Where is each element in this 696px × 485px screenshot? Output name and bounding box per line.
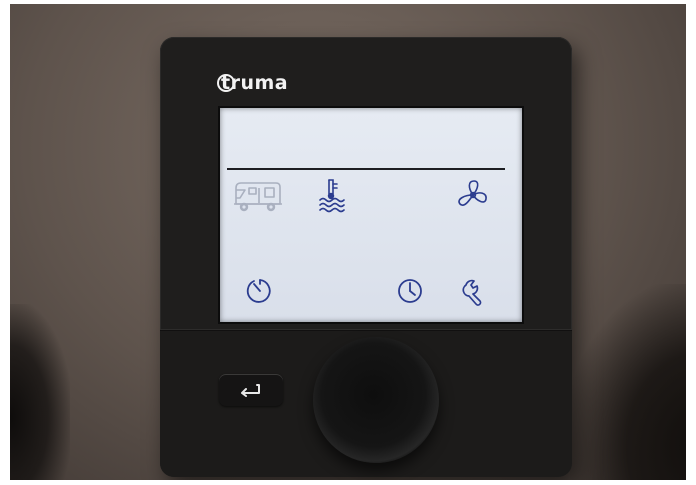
status-divider xyxy=(227,168,505,170)
rotary-knob[interactable] xyxy=(313,337,439,463)
wrench-icon[interactable] xyxy=(460,276,490,306)
fan-icon[interactable] xyxy=(456,178,490,212)
shadow-left xyxy=(10,304,70,480)
display-screen xyxy=(218,106,524,324)
control-panel-device: truma xyxy=(160,37,572,477)
clock-icon[interactable] xyxy=(395,276,425,306)
shadow-right xyxy=(570,284,686,480)
back-arrow-icon xyxy=(241,384,260,397)
back-button[interactable] xyxy=(219,374,283,406)
water-temperature-icon[interactable] xyxy=(316,177,346,213)
timer-icon[interactable] xyxy=(245,276,275,306)
wall-background: truma xyxy=(10,4,686,480)
logo-text: truma xyxy=(221,72,289,94)
motorhome-icon[interactable] xyxy=(232,178,284,214)
brand-logo: truma xyxy=(217,72,288,94)
